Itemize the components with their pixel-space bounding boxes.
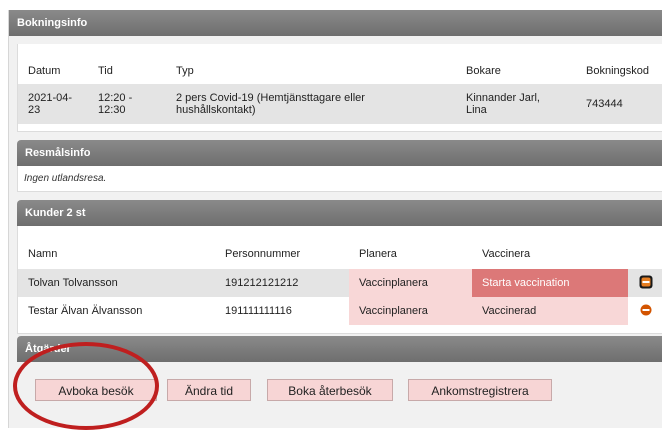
booking-datum: 2021-04- 23 (18, 84, 88, 124)
col-personnummer: Personnummer (225, 248, 301, 260)
avboka-besok-button[interactable]: Avboka besök (35, 379, 157, 401)
boka-aterbesok-button[interactable]: Boka återbesök (267, 379, 393, 401)
atgarder-header: Åtgärder (17, 336, 662, 362)
kunder-box: Namn Personnummer Planera Vaccinera Tolv… (17, 226, 662, 334)
booking-table-header: Datum Tid Typ Bokare Bokningskod (18, 58, 662, 84)
kund-row[interactable]: Tolvan Tolvansson 191212121212 Vaccinpla… (18, 269, 662, 297)
col-typ: Typ (176, 65, 194, 77)
col-planera: Planera (359, 248, 397, 260)
booking-panel: Bokningsinfo Datum Tid Typ Bokare Boknin… (8, 10, 662, 428)
booking-table: Datum Tid Typ Bokare Bokningskod 2021-04… (18, 58, 662, 124)
vaccinerad-status: Vaccinerad (472, 297, 628, 325)
kunder-table-header: Namn Personnummer Planera Vaccinera (18, 239, 662, 269)
bokningsinfo-title: Bokningsinfo (17, 17, 88, 29)
col-datum: Datum (28, 65, 61, 77)
kund-namn: Testar Älvan Älvansson (28, 305, 143, 317)
starta-vaccination-button[interactable]: Starta vaccination (472, 269, 628, 297)
kund-personnummer: 191212121212 (215, 269, 349, 297)
kund-row[interactable]: Testar Älvan Älvansson 191111111116 Vacc… (18, 297, 662, 325)
bokningsinfo-header: Bokningsinfo (9, 10, 662, 36)
booking-table-box: Datum Tid Typ Bokare Bokningskod 2021-04… (17, 44, 662, 132)
remove-circle-icon[interactable] (640, 304, 652, 319)
remove-box-icon[interactable] (639, 275, 653, 292)
remove-kund-cell (628, 269, 662, 297)
vaccinplanera-link[interactable]: Vaccinplanera (349, 269, 472, 297)
booking-tid: 12:20 - 12:30 (88, 84, 166, 124)
col-tid: Tid (98, 65, 113, 77)
booking-bokare: Kinnander Jarl, Lina (456, 84, 576, 124)
col-action (628, 239, 662, 269)
remove-kund-cell (628, 297, 662, 325)
col-namn: Namn (28, 248, 58, 260)
kund-namn: Tolvan Tolvansson (18, 269, 215, 297)
booking-typ: 2 pers Covid-19 (Hemtjänsttagare eller h… (166, 84, 456, 124)
vaccinplanera-link[interactable]: Vaccinplanera (349, 297, 472, 325)
col-bokningskod: Bokningskod (586, 65, 649, 77)
col-vaccinera: Vaccinera (482, 248, 531, 260)
kunder-header: Kunder 2 st (17, 200, 662, 226)
resmal-title: Resmålsinfo (25, 147, 91, 159)
andra-tid-button[interactable]: Ändra tid (167, 379, 251, 401)
resmal-text: Ingen utlandsresa. (24, 173, 107, 184)
booking-row[interactable]: 2021-04- 23 12:20 - 12:30 2 pers Covid-1… (18, 84, 662, 124)
resmal-box: Ingen utlandsresa. (17, 166, 662, 192)
col-bokare: Bokare (466, 65, 501, 77)
kunder-title: Kunder 2 st (25, 207, 86, 219)
atgarder-title: Åtgärder (25, 343, 71, 355)
kund-personnummer: 191111111116 (225, 305, 292, 317)
ankomstregistrera-button[interactable]: Ankomstregistrera (408, 379, 552, 401)
booking-bokningskod: 743444 (576, 84, 662, 124)
resmal-header: Resmålsinfo (17, 140, 662, 166)
kunder-table: Namn Personnummer Planera Vaccinera Tolv… (18, 239, 662, 325)
